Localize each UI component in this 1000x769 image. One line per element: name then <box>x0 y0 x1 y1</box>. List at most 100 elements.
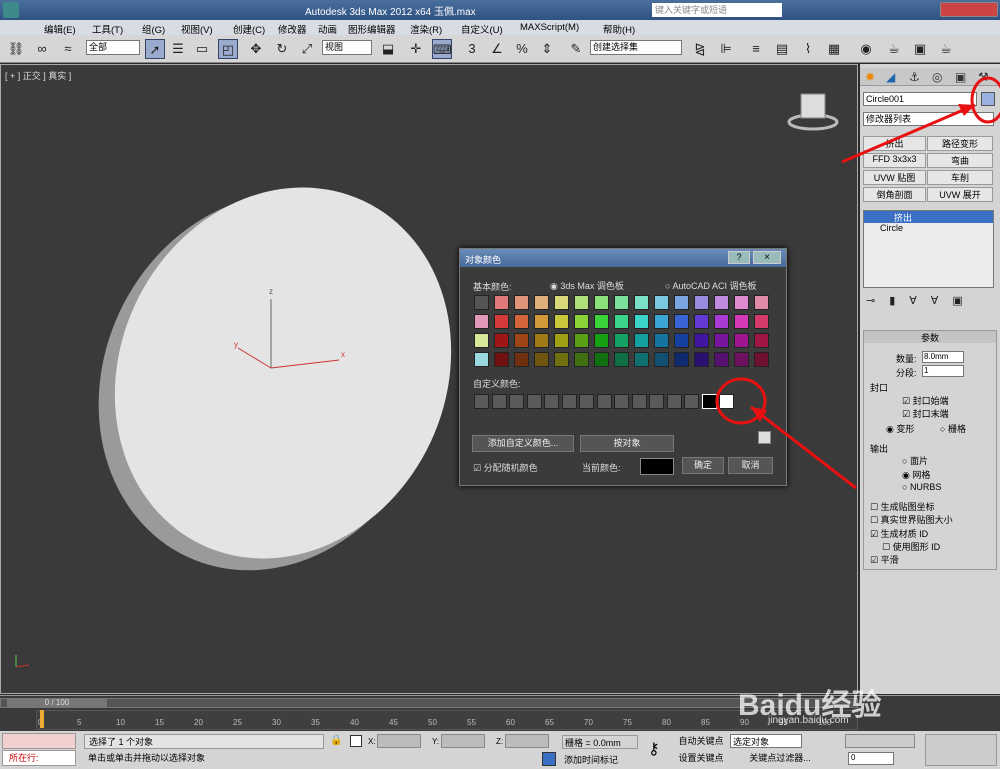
use-shape-checkbox[interactable]: ☐ 使用图形 ID <box>882 540 940 553</box>
morph-radio[interactable]: ◉ 变形 <box>886 422 914 435</box>
color-swatch[interactable] <box>654 333 669 348</box>
color-swatch[interactable] <box>494 314 509 329</box>
color-swatch[interactable] <box>494 333 509 348</box>
close-button[interactable]: × <box>753 251 781 264</box>
color-swatch[interactable] <box>534 352 549 367</box>
gen-map-checkbox[interactable]: ☐ 生成贴图坐标 <box>870 500 935 513</box>
extrude-button[interactable]: 挤出 <box>863 136 926 151</box>
rotate-icon[interactable]: ↻ <box>272 39 292 59</box>
color-swatch[interactable] <box>494 295 509 310</box>
color-swatch[interactable] <box>734 352 749 367</box>
cancel-button[interactable]: 取消 <box>728 457 773 474</box>
time-slider-thumb[interactable]: 0 / 100 <box>7 698 107 708</box>
color-swatch[interactable] <box>674 314 689 329</box>
mirror-icon[interactable]: ⧎ <box>690 39 710 59</box>
color-swatch[interactable] <box>754 295 769 310</box>
color-swatch[interactable] <box>674 352 689 367</box>
color-swatch[interactable] <box>634 314 649 329</box>
maxscript-mini-listener[interactable] <box>2 733 76 749</box>
path-deform-button[interactable]: 路径变形 <box>927 136 993 151</box>
ffd-button[interactable]: FFD 3x3x3 <box>863 153 926 168</box>
rendered-frame-icon[interactable]: ▣ <box>910 39 930 59</box>
color-swatch[interactable] <box>594 333 609 348</box>
material-editor-icon[interactable]: ◉ <box>856 39 876 59</box>
palette-max-radio[interactable]: ◉ 3ds Max 调色板 <box>550 279 624 292</box>
x-coordinate-field[interactable] <box>377 734 421 748</box>
rectangle-selection-icon[interactable]: ▭ <box>192 39 212 59</box>
color-swatch[interactable] <box>734 295 749 310</box>
keyboard-shortcut-icon[interactable]: ⌨ <box>432 39 452 59</box>
menu-customize[interactable]: 自定义(U) <box>461 22 503 36</box>
smooth-checkbox[interactable]: ☑ 平滑 <box>870 553 899 566</box>
auto-key-button[interactable]: 自动关键点 <box>676 734 726 749</box>
patch-radio[interactable]: ○ 面片 <box>902 454 928 467</box>
color-swatch[interactable] <box>694 333 709 348</box>
color-swatch[interactable] <box>534 295 549 310</box>
ok-button[interactable]: 确定 <box>682 457 724 474</box>
help-button[interactable]: ? <box>728 251 750 264</box>
z-coordinate-field[interactable] <box>505 734 549 748</box>
color-swatch[interactable] <box>634 333 649 348</box>
menu-graph-editors[interactable]: 图形编辑器 <box>348 22 396 36</box>
render-setup-icon[interactable]: ☕ <box>884 39 904 59</box>
assign-random-checkbox[interactable]: ☑ 分配随机颜色 <box>473 461 538 474</box>
dialog-titlebar[interactable]: 对象颜色 ? × <box>460 249 786 267</box>
palette-acad-radio[interactable]: ○ AutoCAD ACI 调色板 <box>665 279 756 292</box>
key-mode-dropdown[interactable]: 选定对象 <box>730 734 802 748</box>
color-swatch[interactable] <box>654 314 669 329</box>
bevel-profile-button[interactable]: 倒角剖面 <box>863 187 926 202</box>
custom-color-swatch[interactable] <box>526 394 542 409</box>
color-swatch[interactable] <box>614 295 629 310</box>
display-tab-icon[interactable]: ▣ <box>955 70 966 84</box>
color-swatch[interactable] <box>714 333 729 348</box>
window-controls[interactable] <box>940 2 998 17</box>
mini-listener-label[interactable]: 所在行: <box>2 750 76 766</box>
unlink-icon[interactable]: ∞ <box>32 39 52 59</box>
nurbs-radio[interactable]: ○ NURBS <box>902 482 941 492</box>
custom-color-swatch[interactable] <box>544 394 559 409</box>
color-swatch[interactable] <box>714 352 729 367</box>
color-swatch[interactable] <box>634 352 649 367</box>
spinner-snap-icon[interactable]: ⇕ <box>537 39 557 59</box>
menu-group[interactable]: 组(G) <box>142 22 165 36</box>
bend-button[interactable]: 弯曲 <box>927 153 993 168</box>
custom-color-swatch[interactable] <box>631 394 647 409</box>
color-swatch[interactable] <box>654 352 669 367</box>
color-swatch[interactable] <box>614 314 629 329</box>
menu-view[interactable]: 视图(V) <box>181 22 213 36</box>
segments-field[interactable]: 1 <box>922 365 964 377</box>
custom-color-swatch[interactable] <box>474 394 489 409</box>
color-swatch[interactable] <box>714 314 729 329</box>
stack-tools[interactable]: ⊸▮∀∀▣ <box>866 294 994 308</box>
hierarchy-tab-icon[interactable]: ⚓ <box>909 70 920 84</box>
y-coordinate-field[interactable] <box>441 734 485 748</box>
cap-start-checkbox[interactable]: ☑ 封口始端 <box>902 394 949 407</box>
absolute-mode-icon[interactable] <box>350 735 362 747</box>
color-swatch[interactable] <box>574 295 589 310</box>
select-manipulate-icon[interactable]: ✛ <box>406 39 426 59</box>
menu-animation[interactable]: 动画 <box>318 22 337 36</box>
snap-3d-icon[interactable]: 3 <box>462 39 482 59</box>
motion-tab-icon[interactable]: ◎ <box>932 70 942 84</box>
color-swatch[interactable] <box>694 352 709 367</box>
color-swatch[interactable] <box>514 314 529 329</box>
add-custom-color-button[interactable]: 添加自定义颜色... <box>472 435 574 452</box>
color-swatch[interactable] <box>734 333 749 348</box>
bind-space-warp-icon[interactable]: ≈ <box>58 39 78 59</box>
color-swatch[interactable] <box>754 314 769 329</box>
custom-color-swatch[interactable] <box>666 394 682 409</box>
angle-snap-icon[interactable]: ∠ <box>487 39 507 59</box>
link-icon[interactable]: ⛓ <box>6 39 26 59</box>
color-swatch[interactable] <box>714 295 729 310</box>
uvw-map-button[interactable]: UVW 贴图 <box>863 170 926 185</box>
stack-item-circle[interactable]: Circle <box>864 223 993 235</box>
params-title[interactable]: 参数 <box>864 331 996 343</box>
color-swatch[interactable] <box>574 314 589 329</box>
cap-end-checkbox[interactable]: ☑ 封口末端 <box>902 407 949 420</box>
color-swatch[interactable] <box>474 333 489 348</box>
scale-icon[interactable]: ⤢ <box>297 39 317 59</box>
object-name-field[interactable]: Circle001 <box>863 92 977 106</box>
custom-color-swatch[interactable] <box>579 394 594 409</box>
lathe-button[interactable]: 车削 <box>927 170 993 185</box>
color-swatch[interactable] <box>614 333 629 348</box>
